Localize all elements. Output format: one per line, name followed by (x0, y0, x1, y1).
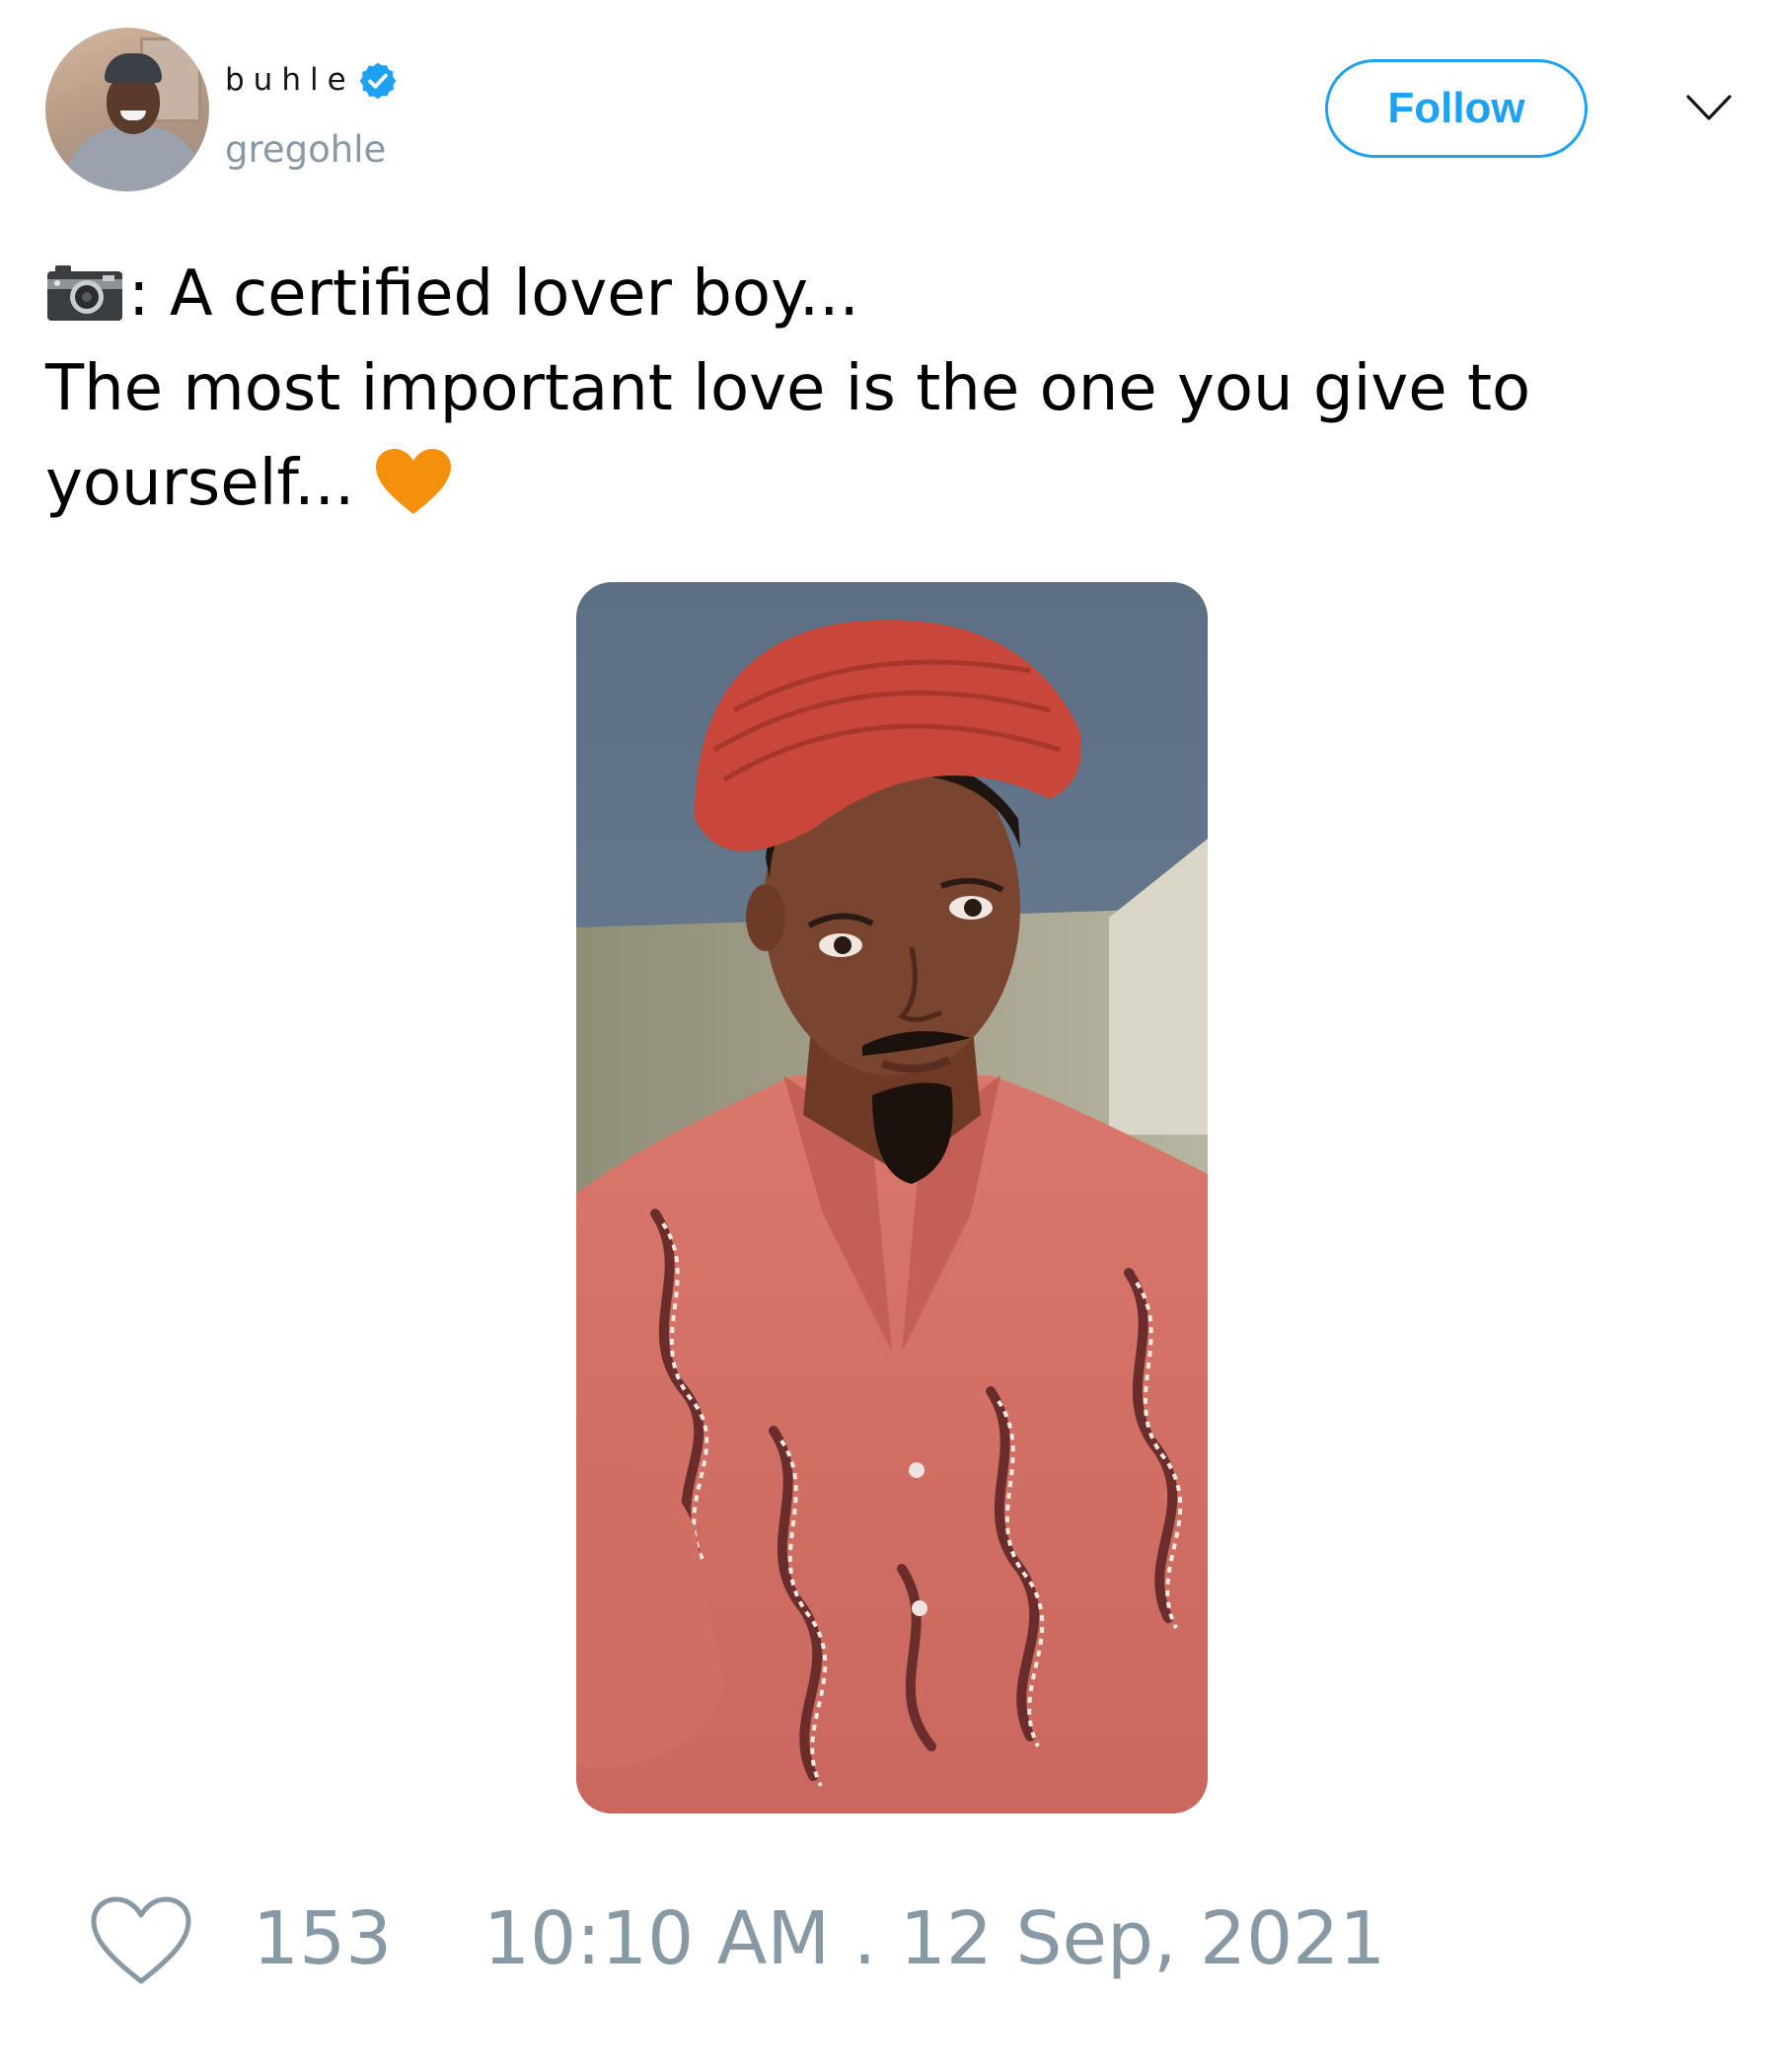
tweet-line-1-text: : A certified lover boy... (128, 258, 859, 331)
tweet-line-3: yourself... (45, 436, 1723, 531)
timestamp[interactable]: 10:10 AM . 12 Sep, 2021 (483, 1902, 1385, 1975)
avatar-hoodie (65, 126, 203, 191)
heart-icon[interactable] (89, 1894, 193, 1987)
display-name[interactable]: buhle (225, 65, 355, 96)
user-handle[interactable]: gregohle (225, 131, 386, 168)
verified-badge-icon (359, 62, 397, 100)
avatar[interactable] (45, 28, 209, 191)
tweet-photo[interactable] (576, 582, 1208, 1813)
follow-button[interactable]: Follow (1325, 59, 1588, 158)
camera-icon (47, 265, 122, 321)
like-count[interactable]: 153 (253, 1902, 392, 1975)
tweet-line-2: The most important love is the one you g… (45, 352, 1531, 425)
orange-heart-icon (376, 449, 452, 514)
photo-illustration (576, 582, 1208, 1813)
tweet-line-1: : A certified lover boy... (45, 247, 1723, 341)
chevron-down-icon[interactable] (1684, 89, 1734, 128)
tweet-line-3-text: yourself... (45, 447, 355, 520)
tweet-text: : A certified lover boy... The most impo… (45, 247, 1723, 531)
